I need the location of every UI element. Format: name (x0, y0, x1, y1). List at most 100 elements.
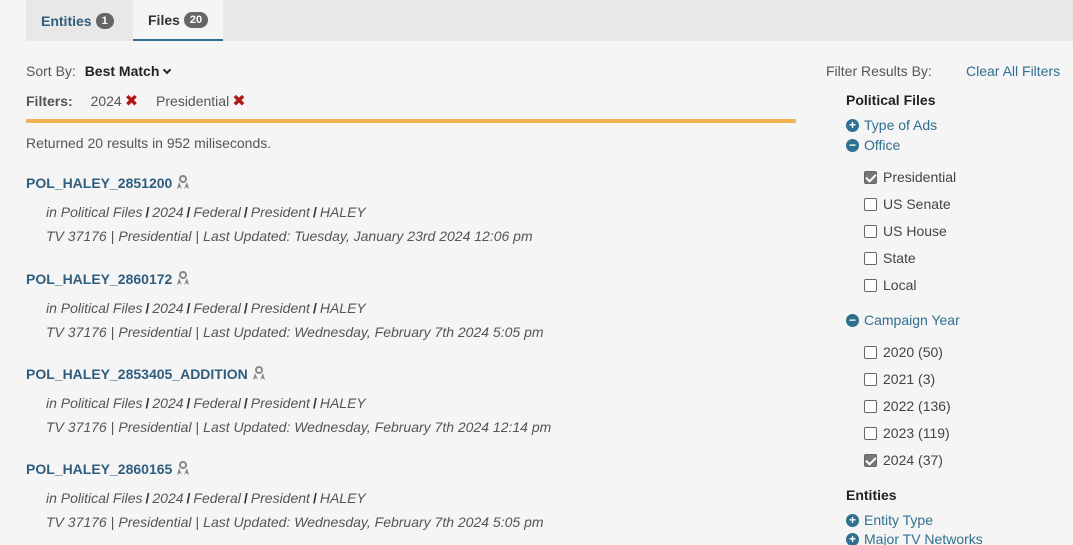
year-option-2023[interactable]: 2023 (119) (864, 425, 950, 441)
result-meta: TV 37176 | Presidential | Last Updated: Wedn… (46, 419, 552, 435)
result-path: in Political Files/2024/Federal / Presiden… (46, 490, 366, 506)
office-option-us-house[interactable]: US House (864, 223, 947, 239)
award-ribbon-icon (177, 271, 190, 285)
tab-entities[interactable]: Entities 1 (26, 0, 129, 41)
result-title-link[interactable]: POL_HALEY_2860172 (26, 271, 172, 287)
option-label: State (883, 250, 916, 266)
x-mark-icon[interactable]: ✖ (232, 93, 245, 110)
tab-bar: Entities 1 Files 20 (26, 0, 1073, 41)
facet-label: Campaign Year (864, 312, 960, 328)
award-ribbon-icon (177, 175, 190, 189)
path-root: in Political Files (46, 490, 143, 506)
path-candidate: HALEY (319, 300, 366, 316)
sort-label: Sort By: (26, 63, 76, 79)
meta-station: TV 37176 (46, 228, 107, 244)
meta-office: Presidential (118, 514, 192, 530)
option-label: 2022 (136) (883, 398, 951, 414)
political-files-heading: Political Files (846, 92, 936, 108)
minus-circle-icon: − (846, 313, 859, 327)
path-candidate: HALEY (319, 395, 366, 411)
office-option-us-senate[interactable]: US Senate (864, 196, 951, 212)
year-option-2021[interactable]: 2021 (3) (864, 371, 935, 387)
result-title-link[interactable]: POL_HALEY_2851200 (26, 175, 172, 191)
path-year: 2024 (152, 490, 184, 506)
meta-updated: Last Updated: Tuesday, January 23rd 2024… (203, 228, 533, 244)
office-option-local[interactable]: Local (864, 277, 916, 293)
result-title-link[interactable]: POL_HALEY_2860165 (26, 461, 172, 477)
meta-station: TV 37176 (46, 419, 107, 435)
plus-circle-icon: + (846, 513, 859, 527)
option-label: 2020 (50) (883, 344, 943, 360)
facet-entity-type[interactable]: + Entity Type (846, 512, 933, 528)
entities-heading: Entities (846, 487, 897, 503)
filter-chip-presidential[interactable]: Presidential ✖ (156, 93, 246, 110)
path-root: in Political Files (46, 395, 143, 411)
option-label: Presidential (883, 169, 957, 185)
result-path: in Political Files/2024/Federal / Presiden… (46, 395, 366, 411)
facet-label: Major TV Networks (864, 531, 983, 545)
result-path: in Political Files/2024/Federal / Presiden… (46, 204, 366, 220)
meta-updated: Last Updated: Wednesday, February 7th 20… (203, 419, 552, 435)
path-office: President (250, 300, 310, 316)
facet-campaign-year[interactable]: − Campaign Year (846, 312, 960, 328)
path-level: Federal (193, 300, 241, 316)
meta-updated: Last Updated: Wednesday, February 7th 20… (203, 514, 544, 530)
tab-entities-count-badge: 1 (95, 12, 114, 29)
sort-value: Best Match (84, 63, 160, 79)
checkbox[interactable] (864, 372, 877, 386)
checkbox[interactable] (864, 170, 877, 184)
tab-files-count-badge: 20 (183, 11, 209, 28)
filter-chip-2024[interactable]: 2024 ✖ (90, 93, 139, 110)
path-year: 2024 (152, 395, 184, 411)
meta-station: TV 37176 (46, 514, 107, 530)
path-office: President (250, 204, 310, 220)
facet-label: Type of Ads (864, 117, 938, 133)
clear-all-filters-link[interactable]: Clear All Filters (966, 63, 1060, 79)
checkbox[interactable] (864, 345, 877, 359)
checkbox[interactable] (864, 426, 877, 440)
year-option-2022[interactable]: 2022 (136) (864, 398, 951, 414)
sort-dropdown[interactable]: Best Match (84, 63, 172, 79)
office-option-presidential[interactable]: Presidential (864, 169, 956, 185)
result-meta: TV 37176 | Presidential | Last Updated: Wedn… (46, 514, 544, 530)
result-meta: TV 37176 | Presidential | Last Updated: Tues… (46, 228, 533, 244)
result-item: POL_HALEY_2860165 in Political Files/202… (26, 460, 796, 530)
x-mark-icon[interactable]: ✖ (125, 93, 138, 110)
facet-major-tv-networks[interactable]: + Major TV Networks (846, 531, 983, 545)
meta-station: TV 37176 (46, 324, 107, 340)
path-root: in Political Files (46, 204, 143, 220)
accent-divider (26, 119, 796, 123)
meta-office: Presidential (118, 419, 192, 435)
result-path: in Political Files/2024/Federal / Presiden… (46, 300, 366, 316)
year-option-2024[interactable]: 2024 (37) (864, 452, 943, 468)
checkbox[interactable] (864, 278, 877, 292)
checkbox[interactable] (864, 399, 877, 413)
results-summary: Returned 20 results in 952 miliseconds. (26, 135, 272, 151)
tab-entities-label: Entities (41, 12, 92, 29)
checkbox[interactable] (864, 224, 877, 238)
office-option-state[interactable]: State (864, 250, 916, 266)
checkbox[interactable] (864, 453, 877, 467)
plus-circle-icon: + (846, 532, 859, 545)
award-ribbon-icon (177, 461, 190, 475)
result-item: POL_HALEY_2853405_ADDITION in Political … (26, 365, 796, 435)
checkbox[interactable] (864, 251, 877, 265)
facet-label: Entity Type (864, 512, 934, 528)
meta-office: Presidential (118, 324, 192, 340)
option-label: 2024 (37) (883, 452, 943, 468)
facet-type-of-ads[interactable]: + Type of Ads (846, 117, 937, 133)
filter-chip-label: 2024 (90, 93, 122, 109)
year-option-2020[interactable]: 2020 (50) (864, 344, 943, 360)
result-item: POL_HALEY_2860172 in Political Files/202… (26, 270, 796, 340)
facet-office[interactable]: − Office (846, 137, 900, 153)
tab-files[interactable]: Files 20 (133, 0, 224, 41)
path-office: President (250, 490, 310, 506)
path-candidate: HALEY (319, 204, 366, 220)
option-label: 2023 (119) (883, 425, 950, 441)
result-item: POL_HALEY_2851200 in Political Files/202… (26, 174, 796, 244)
result-title-link[interactable]: POL_HALEY_2853405_ADDITION (26, 366, 248, 382)
minus-circle-icon: − (846, 138, 859, 152)
active-filters: Filters: 2024 ✖ Presidential ✖ (26, 91, 260, 111)
checkbox[interactable] (864, 197, 877, 211)
meta-office: Presidential (118, 228, 192, 244)
